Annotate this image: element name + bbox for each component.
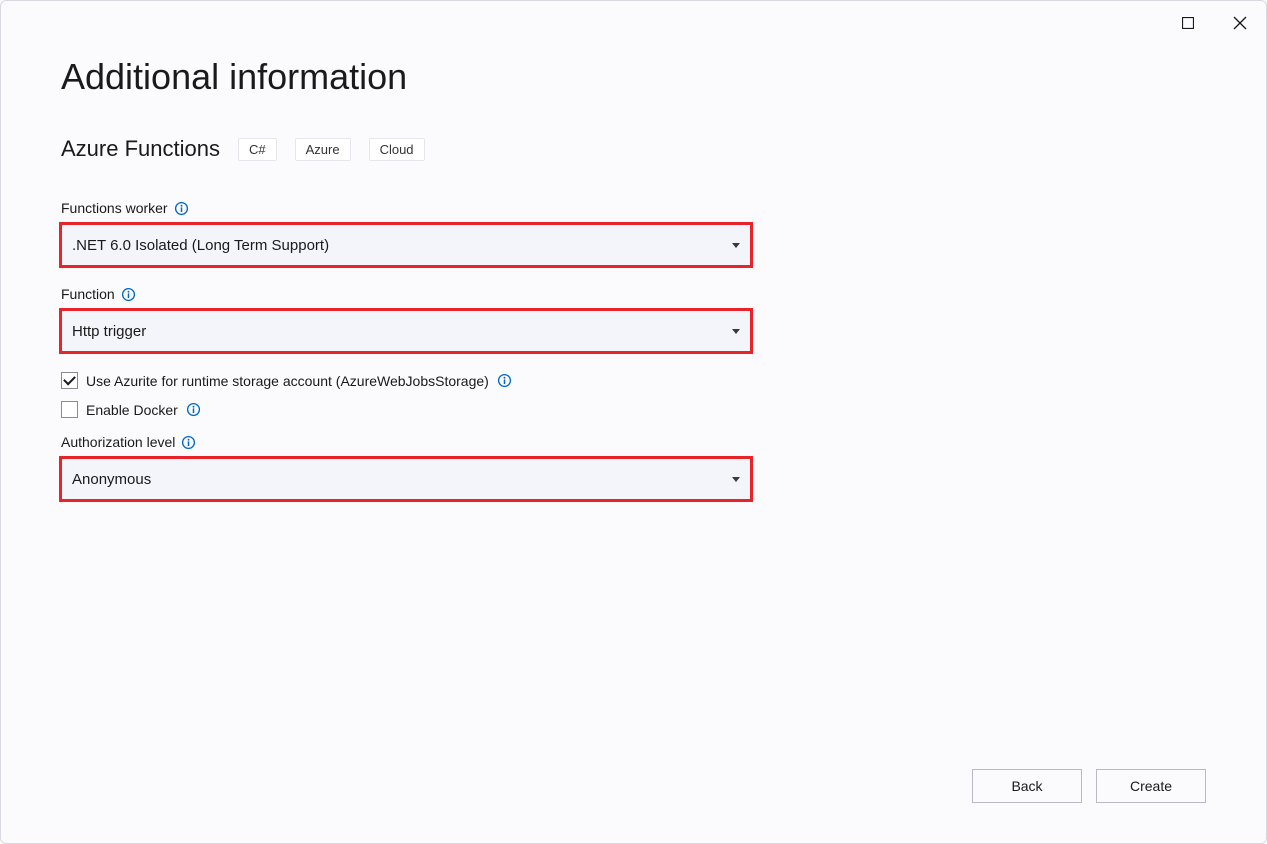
functions-worker-value: .NET 6.0 Isolated (Long Term Support) (72, 237, 329, 254)
authorization-level-label: Authorization level (61, 434, 175, 450)
tag-csharp: C# (238, 138, 277, 161)
dialog-content: Additional information Azure Functions C… (1, 1, 1266, 500)
enable-docker-row: Enable Docker (61, 401, 1206, 418)
function-value: Http trigger (72, 323, 146, 340)
functions-worker-label-row: Functions worker (61, 200, 1206, 216)
authorization-level-value: Anonymous (72, 471, 151, 488)
chevron-down-icon (732, 243, 740, 248)
window-titlebar-controls (1174, 9, 1254, 37)
maximize-button[interactable] (1174, 9, 1202, 37)
use-azurite-row: Use Azurite for runtime storage account … (61, 372, 1206, 389)
functions-worker-label: Functions worker (61, 200, 168, 216)
functions-worker-dropdown[interactable]: .NET 6.0 Isolated (Long Term Support) (61, 224, 751, 266)
close-button[interactable] (1226, 9, 1254, 37)
authorization-level-label-row: Authorization level (61, 434, 1206, 450)
page-title: Additional information (61, 56, 1206, 98)
info-icon[interactable] (186, 402, 201, 417)
enable-docker-label: Enable Docker (86, 402, 178, 418)
dialog-footer: Back Create (972, 769, 1206, 803)
close-icon (1233, 16, 1247, 30)
function-label: Function (61, 286, 115, 302)
function-dropdown[interactable]: Http trigger (61, 310, 751, 352)
enable-docker-checkbox[interactable] (61, 401, 78, 418)
function-label-row: Function (61, 286, 1206, 302)
maximize-icon (1182, 17, 1194, 29)
create-button[interactable]: Create (1096, 769, 1206, 803)
chevron-down-icon (732, 477, 740, 482)
info-icon[interactable] (497, 373, 512, 388)
info-icon[interactable] (174, 201, 189, 216)
subtitle-row: Azure Functions C# Azure Cloud (61, 136, 1206, 162)
chevron-down-icon (732, 329, 740, 334)
back-button[interactable]: Back (972, 769, 1082, 803)
info-icon[interactable] (121, 287, 136, 302)
info-icon[interactable] (181, 435, 196, 450)
use-azurite-label: Use Azurite for runtime storage account … (86, 373, 489, 389)
tag-azure: Azure (295, 138, 351, 161)
use-azurite-checkbox[interactable] (61, 372, 78, 389)
subtitle: Azure Functions (61, 136, 220, 162)
authorization-level-dropdown[interactable]: Anonymous (61, 458, 751, 500)
tag-cloud: Cloud (369, 138, 425, 161)
